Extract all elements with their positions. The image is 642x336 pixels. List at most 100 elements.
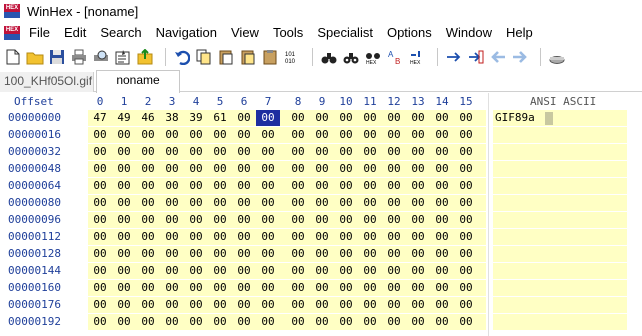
hex-byte-cell[interactable]: 00 [184, 280, 208, 296]
replace-hex-icon[interactable]: HEX [408, 48, 426, 66]
new-file-icon[interactable] [4, 48, 22, 66]
hex-row[interactable]: 00000032 00 00 00 00 00 00 00 00 00 00 00 00 00 00 00 00 [0, 144, 642, 160]
menu-edit[interactable]: Edit [57, 22, 93, 44]
hex-byte-cell[interactable]: 00 [184, 246, 208, 262]
hex-byte-cell[interactable]: 00 [208, 246, 232, 262]
hex-byte-cell[interactable]: 00 [208, 314, 232, 330]
hex-byte-cell[interactable]: 00 [160, 246, 184, 262]
hex-byte-cell[interactable]: 00 [208, 212, 232, 228]
hex-byte-cell[interactable]: 00 [88, 297, 112, 313]
hex-byte-cell[interactable]: 00 [310, 161, 334, 177]
hex-byte-cell[interactable]: 00 [160, 127, 184, 143]
goto-end-icon[interactable] [467, 48, 485, 66]
open-folder-icon[interactable] [26, 48, 44, 66]
hex-byte-cell[interactable]: 00 [112, 280, 136, 296]
hex-byte-cell[interactable]: 00 [286, 297, 310, 313]
hex-byte-cell[interactable]: 00 [136, 144, 160, 160]
hex-byte-cell[interactable]: 00 [208, 144, 232, 160]
hex-byte-cell[interactable]: 00 [382, 110, 406, 126]
hex-byte-cell[interactable]: 00 [358, 263, 382, 279]
hex-byte-cell[interactable]: 49 [112, 110, 136, 126]
hex-byte-cell[interactable]: 00 [232, 110, 256, 126]
hex-byte-cell[interactable]: 00 [334, 280, 358, 296]
print-preview-icon[interactable] [92, 48, 110, 66]
hex-row[interactable]: 00000000 47 49 46 38 39 61 00 00 00 00 00 00 00 00 00 00… [0, 110, 642, 126]
hex-byte-cell[interactable]: 00 [160, 212, 184, 228]
hex-byte-cell[interactable]: 00 [382, 212, 406, 228]
hex-byte-cell[interactable]: 00 [136, 178, 160, 194]
hex-byte-cell[interactable]: 00 [454, 178, 478, 194]
hex-byte-cell[interactable]: 00 [208, 127, 232, 143]
hex-byte-cell[interactable]: 00 [358, 144, 382, 160]
hex-byte-cell[interactable]: 00 [88, 161, 112, 177]
hex-byte-cell[interactable]: 00 [136, 212, 160, 228]
hex-byte-cell[interactable]: 00 [286, 246, 310, 262]
hex-byte-cell[interactable]: 00 [208, 229, 232, 245]
hex-byte-cell[interactable]: 00 [88, 246, 112, 262]
hex-byte-cell[interactable]: 00 [88, 229, 112, 245]
hex-byte-cell[interactable]: 00 [256, 263, 280, 279]
hex-byte-cell[interactable]: 00 [382, 314, 406, 330]
hex-byte-cell[interactable]: 00 [310, 229, 334, 245]
hex-byte-cell[interactable]: 00 [358, 314, 382, 330]
hex-byte-cell[interactable]: 00 [232, 144, 256, 160]
hex-byte-cell[interactable]: 00 [406, 263, 430, 279]
hex-byte-cell[interactable]: 00 [256, 144, 280, 160]
hex-byte-cell[interactable]: 00 [430, 297, 454, 313]
hex-byte-cell[interactable]: 00 [286, 280, 310, 296]
menu-tools[interactable]: Tools [266, 22, 310, 44]
hex-byte-cell[interactable]: 00 [406, 178, 430, 194]
hex-byte-cell[interactable]: 00 [358, 297, 382, 313]
hex-row[interactable]: 00000128 00 00 00 00 00 00 00 00 00 00 00 00 00 00 00 00 [0, 246, 642, 262]
hex-byte-cell[interactable]: 00 [160, 314, 184, 330]
tab-noname[interactable]: noname [96, 70, 180, 93]
hex-byte-cell[interactable]: 00 [112, 161, 136, 177]
hex-byte-cell[interactable]: 00 [232, 178, 256, 194]
hex-byte-cell[interactable]: 00 [256, 127, 280, 143]
hex-byte-cell[interactable]: 00 [286, 178, 310, 194]
ansi-text[interactable]: GIF89a [495, 110, 535, 126]
hex-byte-cell[interactable]: 00 [310, 314, 334, 330]
hex-byte-cell[interactable]: 00 [310, 212, 334, 228]
hex-row[interactable]: 00000080 00 00 00 00 00 00 00 00 00 00 00 00 00 00 00 00 [0, 195, 642, 211]
hex-byte-cell[interactable]: 46 [136, 110, 160, 126]
hex-byte-cell[interactable]: 00 [160, 161, 184, 177]
hex-byte-cell[interactable]: 00 [136, 229, 160, 245]
hex-byte-cell[interactable]: 00 [334, 212, 358, 228]
hex-row[interactable]: 00000160 00 00 00 00 00 00 00 00 00 00 00 00 00 00 00 00 [0, 280, 642, 296]
hex-byte-cell[interactable]: 00 [208, 195, 232, 211]
hex-byte-cell[interactable]: 00 [382, 297, 406, 313]
hex-byte-cell[interactable]: 00 [454, 212, 478, 228]
hex-byte-cell[interactable]: 00 [136, 314, 160, 330]
menu-specialist[interactable]: Specialist [310, 22, 380, 44]
hex-byte-cell[interactable]: 00 [334, 263, 358, 279]
hex-byte-cell[interactable]: 00 [112, 144, 136, 160]
menu-help[interactable]: Help [499, 22, 540, 44]
hex-byte-cell[interactable]: 00 [232, 263, 256, 279]
hex-byte-cell[interactable]: 00 [382, 263, 406, 279]
hex-byte-cell[interactable]: 00 [334, 297, 358, 313]
hex-byte-cell[interactable]: 00 [334, 144, 358, 160]
hex-byte-cell[interactable]: 00 [310, 127, 334, 143]
hex-byte-cell[interactable]: 00 [382, 144, 406, 160]
hex-byte-cell[interactable]: 00 [232, 161, 256, 177]
hex-byte-cell[interactable]: 00 [406, 297, 430, 313]
hex-byte-cell[interactable]: 00 [136, 297, 160, 313]
hex-editor[interactable]: Offset ANSI ASCII 0 1 2 3 4 5 6 7 8 9 10 11 12 13 14 15… [0, 93, 642, 336]
hex-byte-cell[interactable]: 00 [310, 195, 334, 211]
hex-row[interactable]: 00000048 00 00 00 00 00 00 00 00 00 00 00 00 00 00 00 00 [0, 161, 642, 177]
menu-search[interactable]: Search [93, 22, 148, 44]
hex-byte-cell[interactable]: 00 [430, 195, 454, 211]
hex-byte-cell[interactable]: 00 [184, 178, 208, 194]
hex-byte-cell[interactable]: 00 [454, 195, 478, 211]
hex-byte-cell[interactable]: 00 [430, 127, 454, 143]
hex-row[interactable]: 00000096 00 00 00 00 00 00 00 00 00 00 00 00 00 00 00 00 [0, 212, 642, 228]
tab-file-gif[interactable]: 100_KHf05Ol.gif [0, 72, 94, 92]
hex-byte-cell[interactable]: 61 [208, 110, 232, 126]
hex-row[interactable]: 00000192 00 00 00 00 00 00 00 00 00 00 00 00 00 00 00 00 [0, 314, 642, 330]
hex-byte-cell[interactable]: 00 [310, 297, 334, 313]
hex-byte-cell[interactable]: 00 [136, 263, 160, 279]
hex-byte-cell[interactable]: 38 [160, 110, 184, 126]
hex-byte-cell[interactable]: 00 [358, 246, 382, 262]
hex-byte-cell[interactable]: 00 [406, 314, 430, 330]
